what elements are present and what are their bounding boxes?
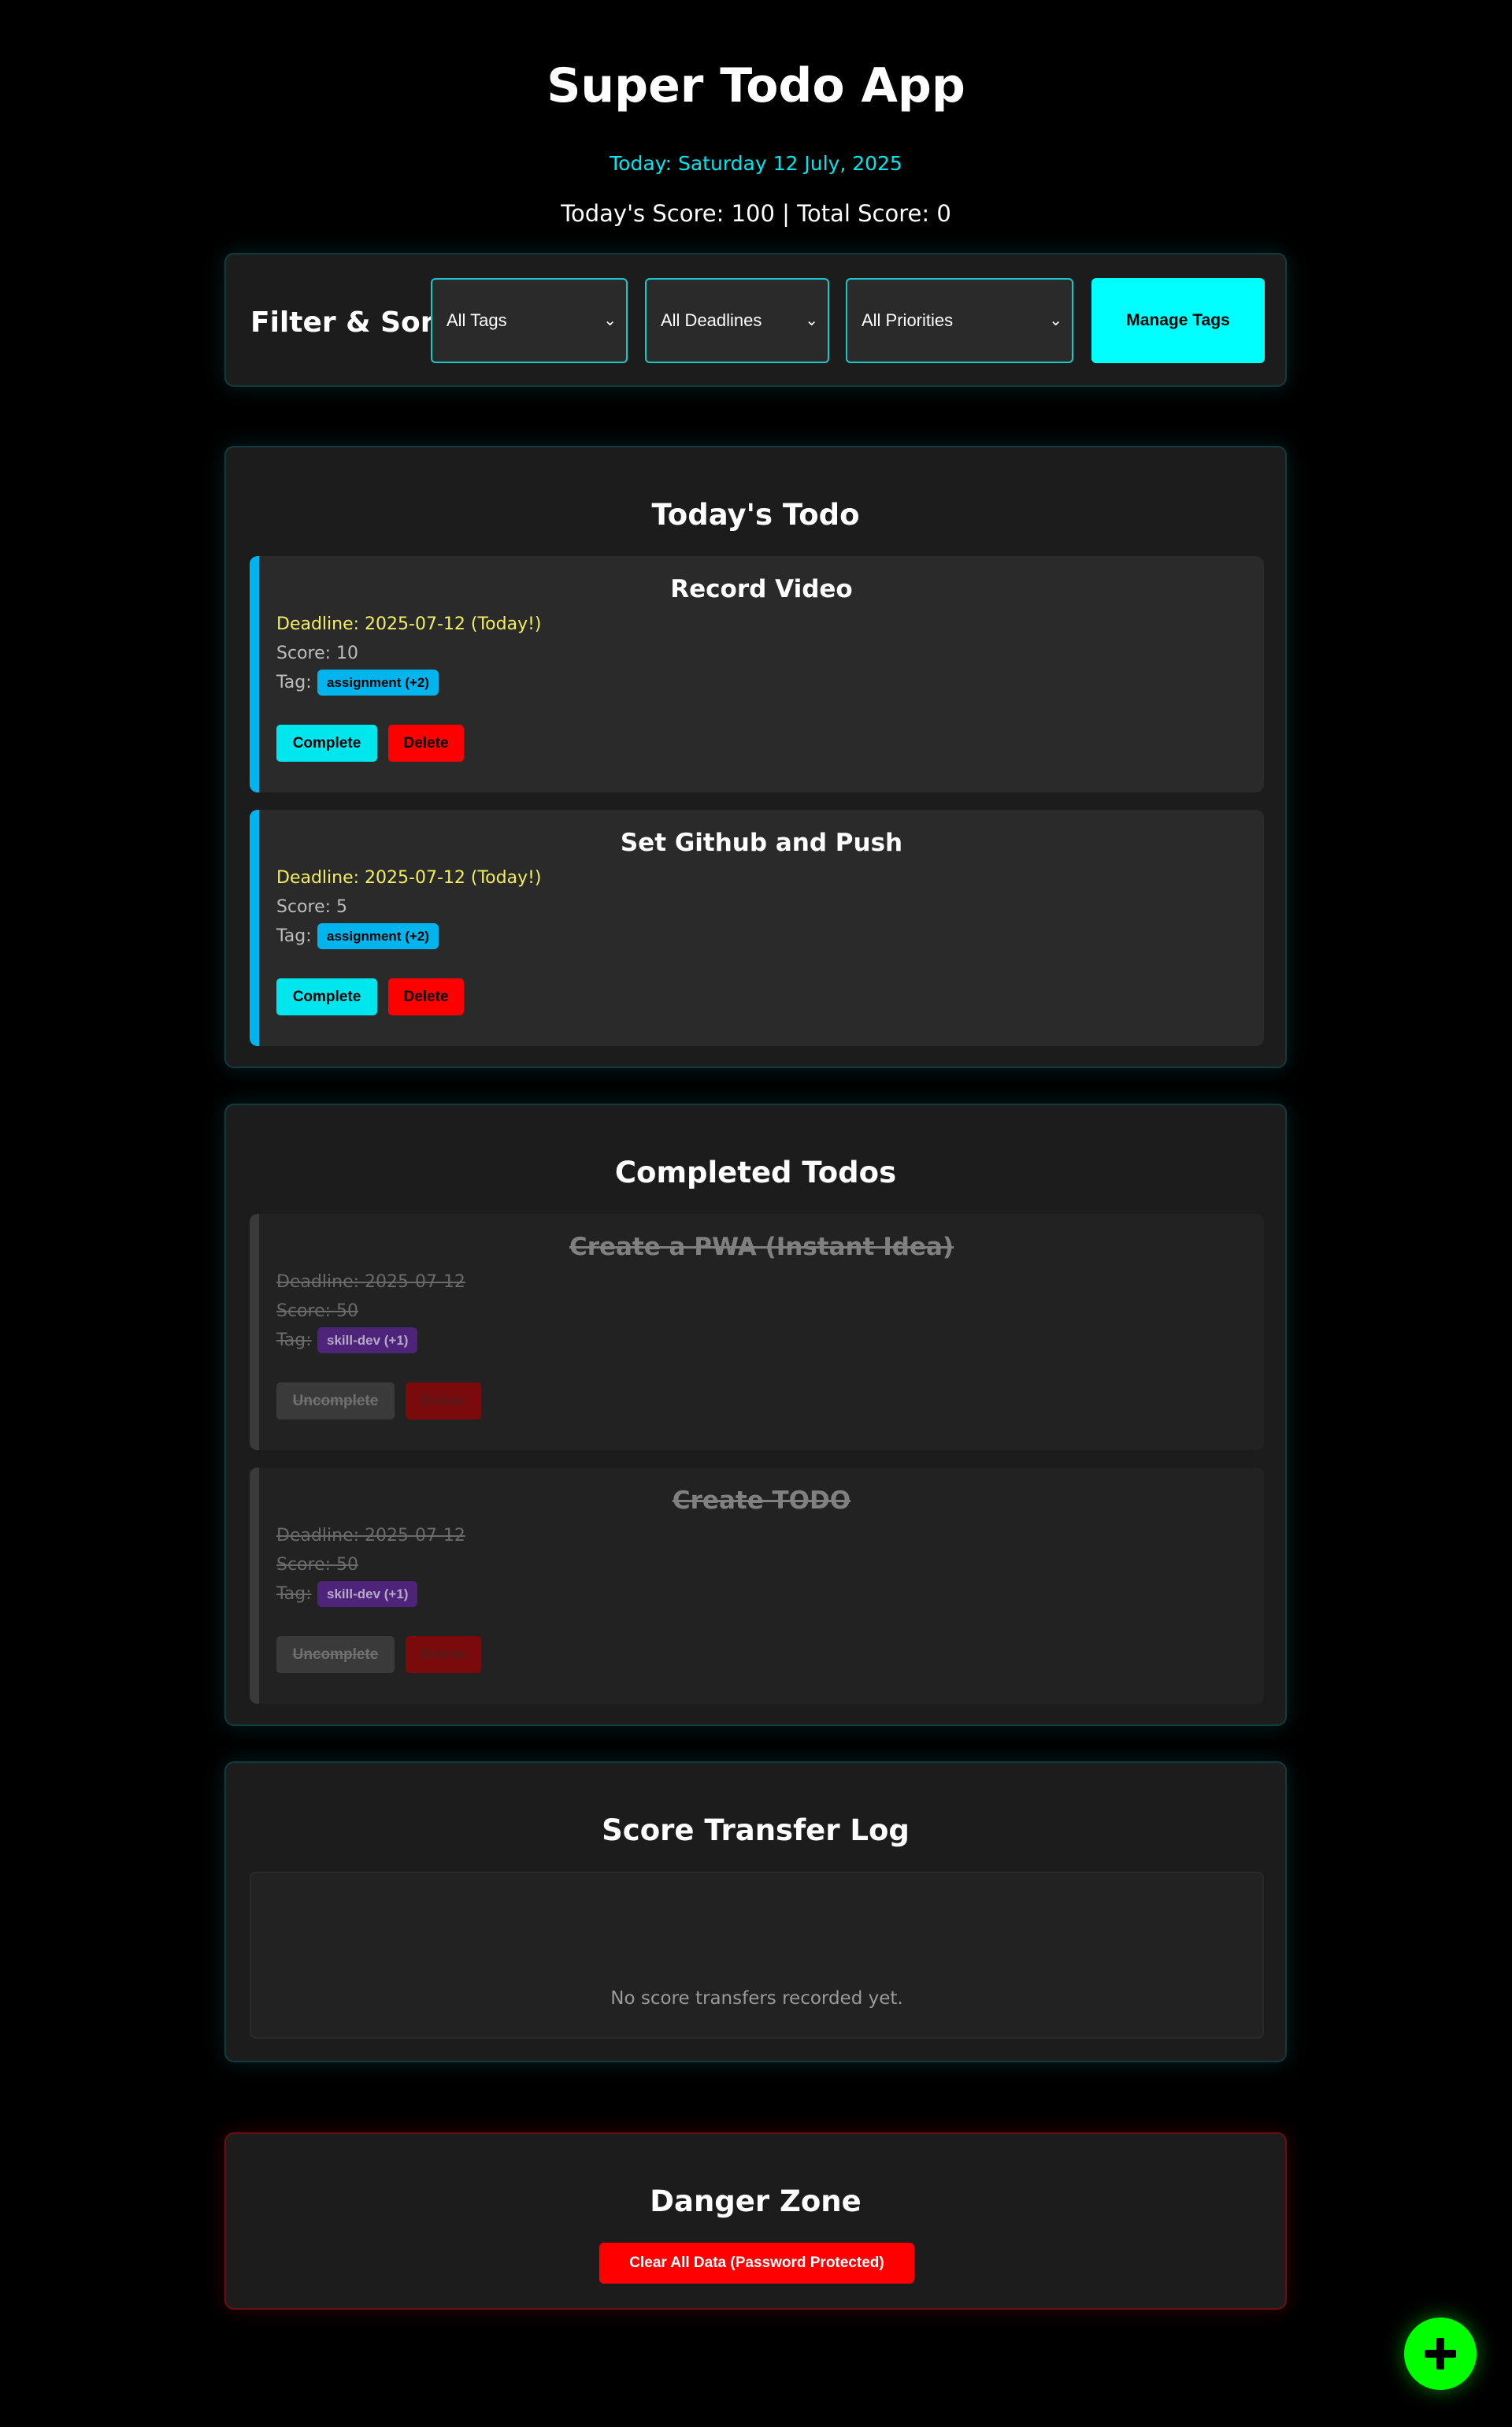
todays-todo-title: Today's Todo — [651, 498, 860, 532]
tags-select[interactable]: All Tags ⌄ — [431, 278, 628, 363]
todo-tag-label: Tag: — [276, 1330, 312, 1350]
todo-score: Score: 50 — [276, 1301, 359, 1321]
todo-card: Record Video Deadline: 2025-07-12 (Today… — [250, 556, 1264, 792]
score-transfer-log-panel: Score Transfer Log No score transfers re… — [224, 1761, 1287, 2062]
deadlines-select-value: All Deadlines — [661, 310, 762, 330]
delete-button[interactable]: Delete — [406, 1382, 481, 1419]
priorities-select-value: All Priorities — [862, 310, 954, 330]
todo-tag-label: Tag: — [276, 926, 312, 946]
delete-button[interactable]: Delete — [388, 725, 464, 762]
todo-score: Score: 5 — [276, 897, 348, 917]
chevron-down-icon: ⌄ — [1049, 312, 1062, 329]
deadlines-select[interactable]: All Deadlines ⌄ — [645, 278, 829, 363]
todo-tag-label: Tag: — [276, 1584, 312, 1604]
add-todo-button[interactable] — [1404, 2318, 1477, 2390]
manage-tags-button[interactable]: Manage Tags — [1091, 278, 1265, 363]
tag-badge: assignment (+2) — [317, 670, 439, 696]
completed-todo-card: Create TODO Deadline: 2025-07-12 Score: … — [250, 1468, 1264, 1704]
uncomplete-button[interactable]: Uncomplete — [276, 1382, 395, 1419]
tag-badge: assignment (+2) — [317, 923, 439, 949]
completed-todo-card: Create a PWA (Instant Idea) Deadline: 20… — [250, 1214, 1264, 1450]
todo-tag-label: Tag: — [276, 673, 312, 692]
filter-sort-panel: Filter & Sort All Tags ⌄ All Deadlines ⌄… — [224, 253, 1287, 387]
todo-title: Record Video — [670, 575, 853, 603]
todo-title: Create TODO — [672, 1486, 851, 1515]
today-date: Today: Saturday 12 July, 2025 — [610, 152, 902, 175]
page: Super Todo App Today: Saturday 12 July, … — [0, 0, 1512, 2427]
chevron-down-icon: ⌄ — [805, 312, 818, 329]
completed-todos-panel: Completed Todos Create a PWA (Instant Id… — [224, 1104, 1287, 1726]
todo-deadline: Deadline: 2025-07-12 (Today!) — [276, 614, 542, 634]
todo-score: Score: 50 — [276, 1555, 359, 1575]
todo-title: Create a PWA (Instant Idea) — [569, 1233, 954, 1261]
todo-score: Score: 10 — [276, 644, 359, 663]
uncomplete-button[interactable]: Uncomplete — [276, 1636, 395, 1673]
danger-zone-title: Danger Zone — [650, 2184, 862, 2218]
delete-button[interactable]: Delete — [388, 978, 464, 1015]
todo-title: Set Github and Push — [620, 829, 903, 857]
todo-deadline: Deadline: 2025-07-12 — [276, 1526, 465, 1546]
priorities-select[interactable]: All Priorities ⌄ — [846, 278, 1073, 363]
app-title: Super Todo App — [547, 58, 965, 113]
todo-card: Set Github and Push Deadline: 2025-07-12… — [250, 810, 1264, 1046]
complete-button[interactable]: Complete — [276, 725, 377, 762]
chevron-down-icon: ⌄ — [603, 312, 617, 329]
danger-zone-panel: Danger Zone Clear All Data (Password Pro… — [224, 2132, 1287, 2310]
score-summary: Today's Score: 100 | Total Score: 0 — [561, 200, 951, 227]
complete-button[interactable]: Complete — [276, 978, 377, 1015]
tag-badge: skill-dev (+1) — [317, 1327, 418, 1353]
empty-log-message: No score transfers recorded yet. — [610, 1988, 903, 2009]
tags-select-value: All Tags — [447, 310, 507, 330]
todays-todo-panel: Today's Todo Record Video Deadline: 2025… — [224, 446, 1287, 1068]
filter-sort-title: Filter & Sort — [250, 306, 448, 339]
score-log-list: No score transfers recorded yet. — [250, 1872, 1264, 2039]
todo-deadline: Deadline: 2025-07-12 — [276, 1272, 465, 1292]
delete-button[interactable]: Delete — [406, 1636, 481, 1673]
clear-all-data-button[interactable]: Clear All Data (Password Protected) — [599, 2243, 914, 2284]
todo-deadline: Deadline: 2025-07-12 (Today!) — [276, 868, 542, 888]
completed-todos-title: Completed Todos — [614, 1156, 897, 1189]
score-transfer-log-title: Score Transfer Log — [602, 1813, 910, 1847]
plus-icon — [1425, 2338, 1456, 2369]
tag-badge: skill-dev (+1) — [317, 1581, 418, 1607]
